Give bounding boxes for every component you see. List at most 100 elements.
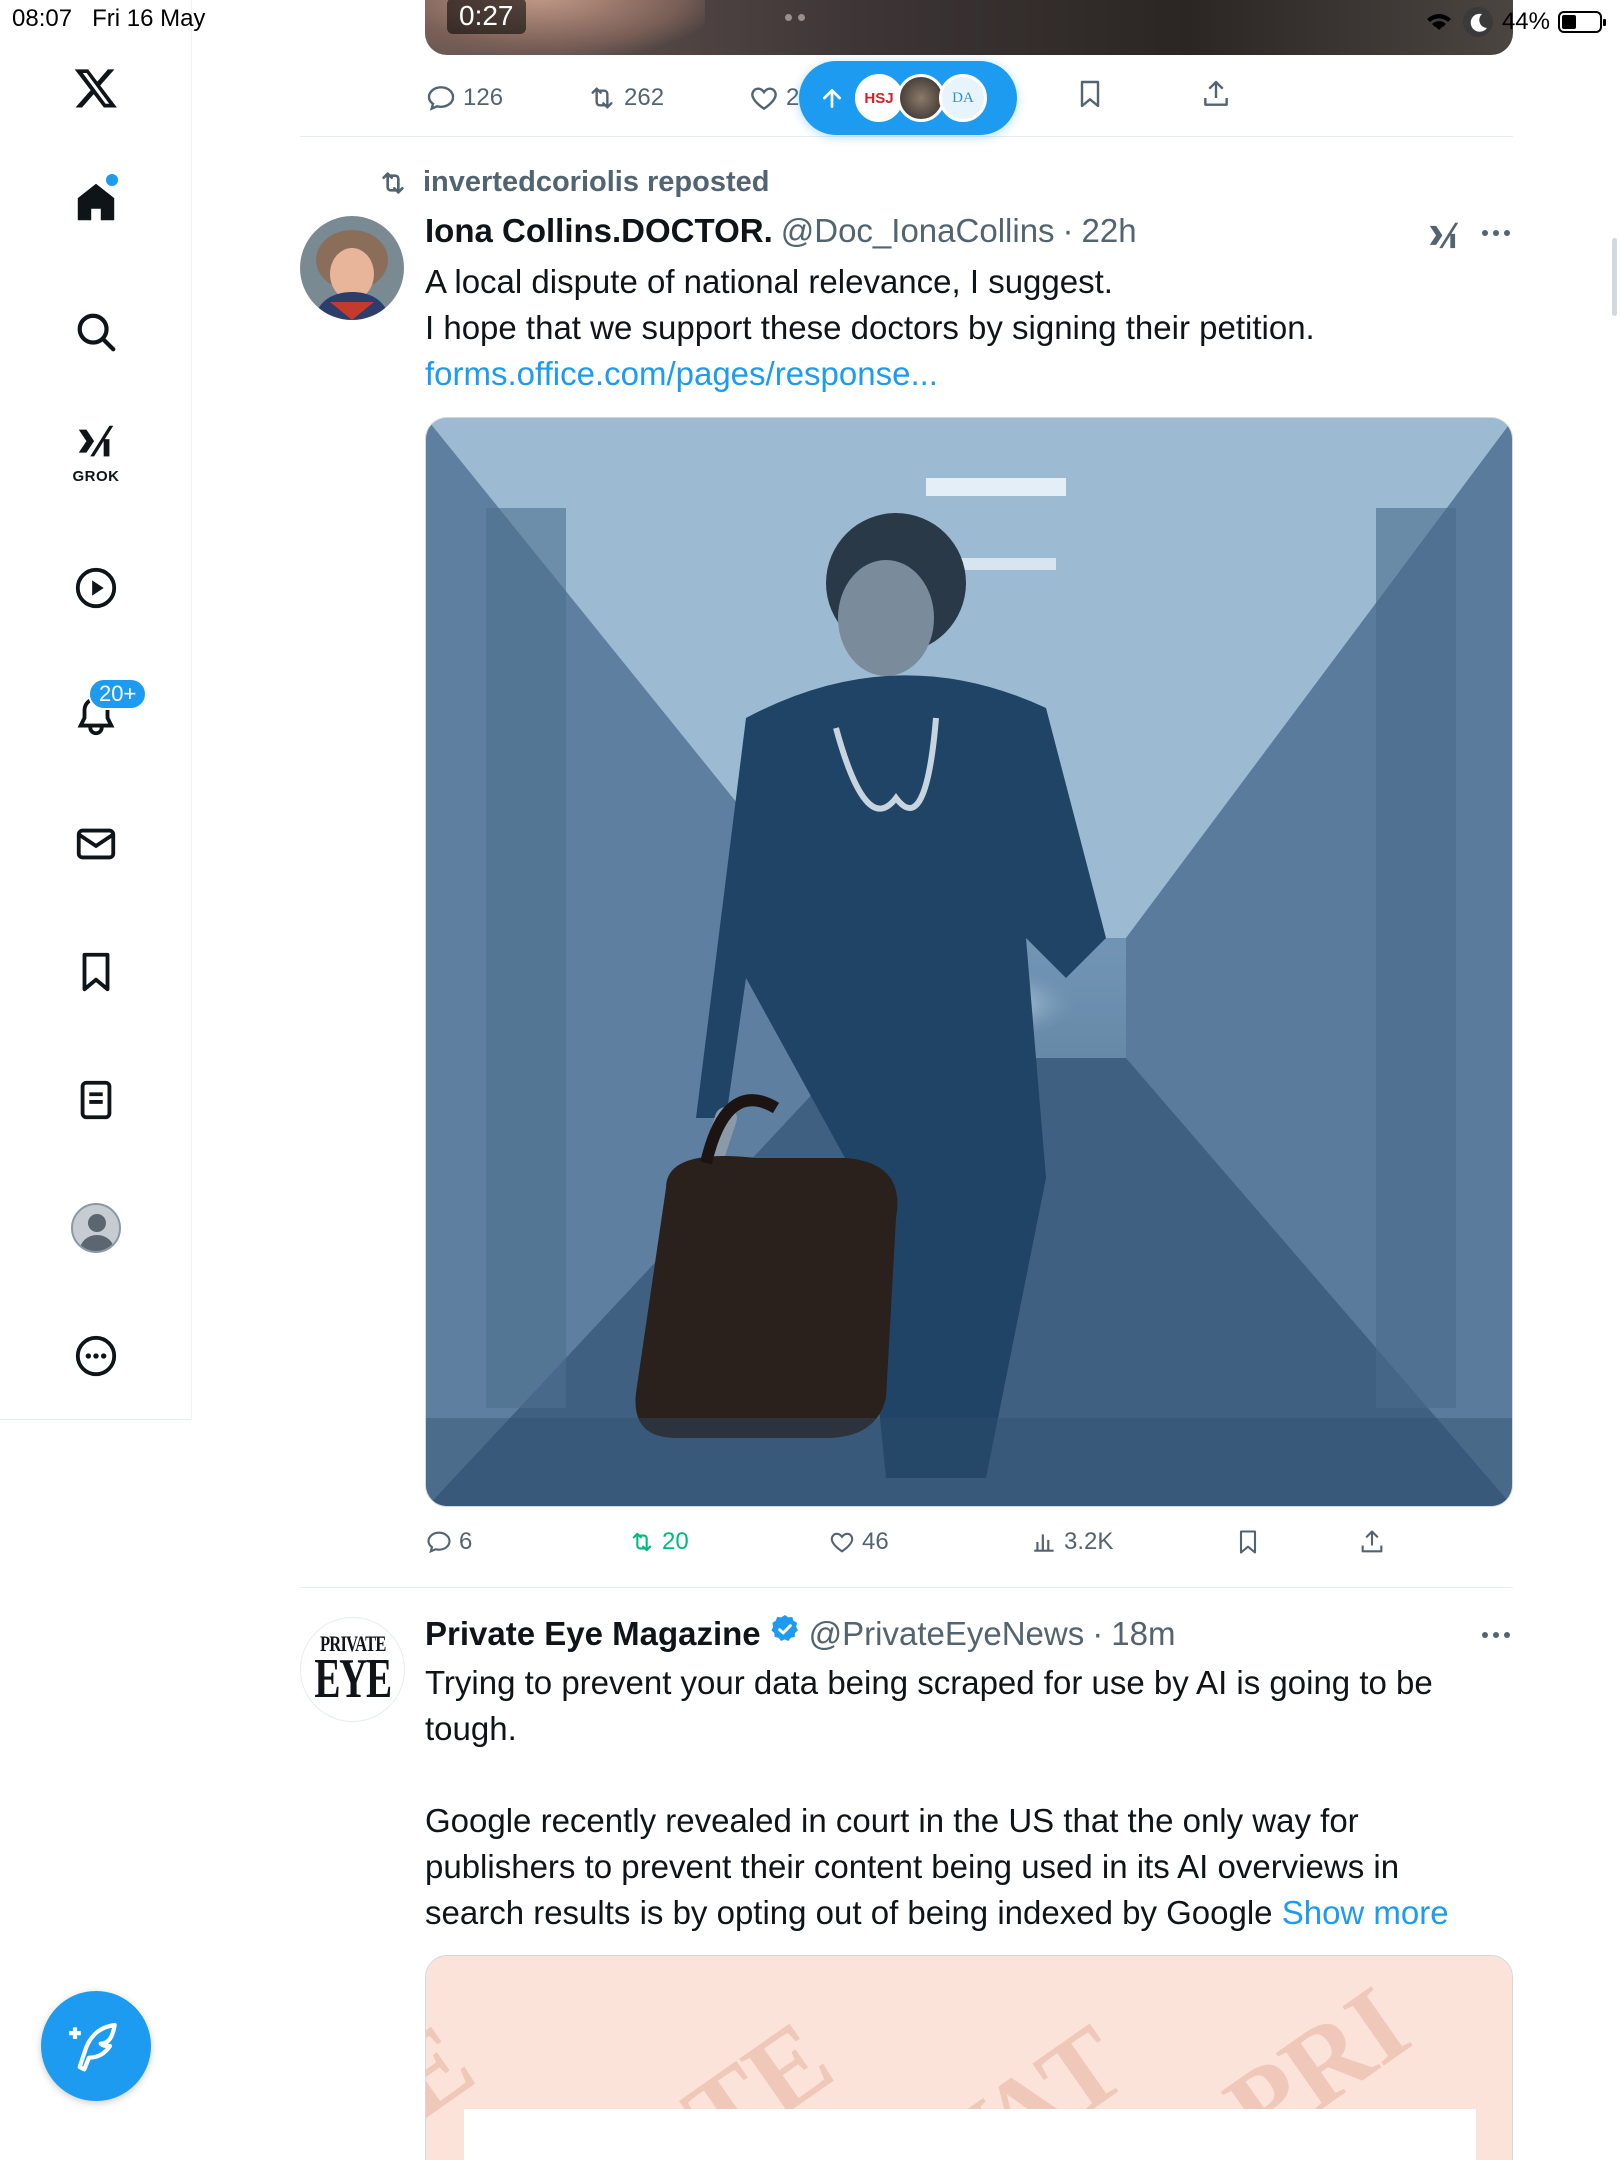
repost-count: 262: [624, 84, 665, 111]
status-bar: 08:07 Fri 16 May 44%: [0, 0, 1620, 40]
author-name[interactable]: Iona Collins.DOCTOR.: [425, 212, 773, 250]
avatar-logo-bottom: EYE: [314, 1648, 392, 1711]
post-divider: [300, 1587, 1513, 1588]
scrollbar-thumb[interactable]: [1612, 238, 1617, 316]
x-logo[interactable]: [56, 48, 136, 128]
tweet-image[interactable]: E ATE VAT PRI: [425, 1955, 1513, 2160]
analytics-icon: [1034, 1534, 1054, 1552]
like-button[interactable]: 2: [748, 82, 799, 114]
repost-icon: [632, 1532, 652, 1552]
view-count: 3.2K: [1064, 1528, 1114, 1555]
avatar-photo: [300, 216, 404, 320]
tweet-image[interactable]: [425, 417, 1513, 1507]
share-icon: [1204, 80, 1228, 106]
bookmark-icon: [1239, 1530, 1257, 1554]
tweet-paragraph-text: Google recently revealed in court in the…: [425, 1802, 1400, 1931]
reply-icon: [427, 86, 455, 111]
reply-icon: [427, 1531, 451, 1554]
nav-bookmarks[interactable]: [56, 932, 136, 1012]
nav-more[interactable]: [56, 1316, 136, 1396]
pill-avatar-photo: [897, 74, 945, 122]
nav-grok[interactable]: GROK: [56, 412, 136, 492]
nav-messages[interactable]: [56, 804, 136, 884]
nav-explore[interactable]: [56, 292, 136, 372]
repost-count: 20: [662, 1528, 689, 1555]
repost-context[interactable]: invertedcoriolis reposted: [377, 166, 770, 199]
bookmark-button[interactable]: [1234, 1528, 1262, 1556]
reply-count: 6: [459, 1528, 473, 1555]
battery-icon: [1558, 11, 1606, 33]
repost-icon: [382, 171, 404, 194]
repost-label: invertedcoriolis reposted: [423, 166, 770, 198]
share-icon: [1361, 1530, 1383, 1553]
author-avatar[interactable]: PRIVATE EYE: [300, 1617, 405, 1722]
compose-button[interactable]: [41, 1991, 151, 2101]
bookmark-icon: [82, 952, 110, 992]
repost-icon: [591, 87, 613, 109]
tweet-text: Trying to prevent your data being scrape…: [425, 1660, 1505, 1936]
tweet-paragraph: Google recently revealed in court in the…: [425, 1798, 1505, 1936]
date: Fri 16 May: [92, 5, 206, 32]
profile-avatar: [71, 1203, 121, 1253]
heart-icon: [830, 1532, 854, 1553]
wifi-icon: [1426, 14, 1451, 30]
separator: ·: [1062, 212, 1074, 249]
notification-badge: 20+: [88, 678, 148, 710]
tweet-text: A local dispute of national relevance, I…: [425, 259, 1515, 397]
views-button[interactable]: 3.2K: [1032, 1528, 1113, 1556]
share-button[interactable]: [1200, 78, 1232, 110]
unread-dot: [106, 174, 118, 186]
grok-icon[interactable]: [1425, 218, 1463, 256]
nav-home[interactable]: [56, 162, 136, 242]
grok-label: GROK: [72, 467, 120, 485]
tweet-text-line: I hope that we support these doctors by …: [425, 309, 1315, 346]
nav-notifications[interactable]: 20+: [56, 676, 148, 756]
nav-lists[interactable]: [56, 1060, 136, 1140]
status-indicators: 44%: [1424, 6, 1606, 38]
play-circle-icon: [75, 567, 117, 609]
more-options-icon[interactable]: [1482, 230, 1510, 236]
like-count: 2: [786, 84, 800, 111]
pill-avatar-da: DA: [939, 74, 987, 122]
verified-badge-icon: [771, 1615, 798, 1641]
envelope-icon: [76, 828, 116, 860]
nav-video[interactable]: [56, 548, 136, 628]
heart-icon: [751, 87, 777, 111]
grok-icon: [78, 425, 114, 456]
tweet-header: Private Eye Magazine @PrivateEyeNews · 1…: [425, 1613, 1175, 1653]
like-button[interactable]: 46: [828, 1528, 889, 1556]
new-posts-pill[interactable]: HSJ DA: [799, 61, 1017, 135]
author-avatar[interactable]: [300, 216, 404, 320]
more-circle-icon: [75, 1335, 117, 1377]
repost-button[interactable]: 20: [628, 1528, 689, 1556]
bookmark-button[interactable]: [1074, 78, 1106, 110]
more-options-icon[interactable]: [1482, 1632, 1510, 1638]
show-more-link[interactable]: Show more: [1282, 1894, 1449, 1931]
author-handle[interactable]: @Doc_IonaCollins: [781, 212, 1055, 250]
author-name[interactable]: Private Eye Magazine: [425, 1615, 761, 1653]
reply-button[interactable]: 126: [425, 82, 503, 114]
share-button[interactable]: [1358, 1528, 1386, 1556]
list-icon: [80, 1080, 112, 1120]
reply-button[interactable]: 6: [425, 1528, 472, 1556]
arrow-up-icon: [823, 89, 841, 109]
clock: 08:07: [12, 5, 73, 32]
tweet-time[interactable]: 18m: [1111, 1615, 1175, 1653]
repost-button[interactable]: 262: [586, 82, 664, 114]
reply-count: 126: [463, 84, 504, 111]
tweet-paragraph: Trying to prevent your data being scrape…: [425, 1664, 1433, 1747]
tweet-link[interactable]: forms.office.com/pages/response...: [425, 351, 1515, 397]
battery-percent: 44%: [1501, 8, 1550, 35]
x-logo-icon: [74, 69, 117, 108]
mute-moon-icon: [1462, 7, 1493, 37]
pill-avatar-hsj: HSJ: [855, 74, 903, 122]
tweet-time[interactable]: 22h: [1082, 212, 1137, 250]
bookmark-icon: [1080, 80, 1100, 108]
tweet-header: Iona Collins.DOCTOR. @Doc_IonaCollins · …: [425, 212, 1137, 250]
sidebar-nav: GROK 20+: [0, 0, 192, 1420]
search-icon: [77, 313, 116, 352]
private-eye-cover-image: E ATE VAT PRI: [426, 1956, 1512, 2160]
author-handle[interactable]: @PrivateEyeNews: [809, 1615, 1085, 1653]
nav-profile[interactable]: [56, 1188, 136, 1268]
tweet-text-line: A local dispute of national relevance, I…: [425, 263, 1113, 300]
